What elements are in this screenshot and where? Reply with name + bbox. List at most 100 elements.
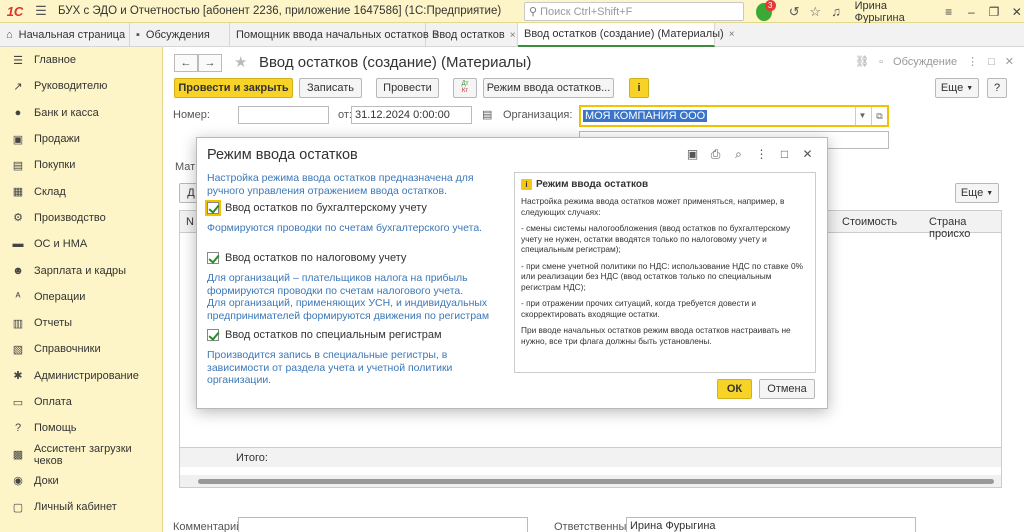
menu-icon: ☰: [13, 54, 23, 67]
organization-label: Организация:: [503, 109, 573, 121]
chat-icon[interactable]: ▫: [879, 56, 883, 68]
discussion-link[interactable]: Обсуждение: [893, 56, 957, 68]
print-icon[interactable]: ⎙: [704, 147, 727, 162]
save-icon[interactable]: ▣: [681, 147, 704, 162]
more-icon[interactable]: ⋮: [967, 55, 978, 68]
operations-icon: ᴬ: [15, 290, 21, 303]
info-button[interactable]: i: [629, 78, 649, 98]
sidebar-item-purchases[interactable]: ▤ Покупки: [0, 152, 162, 178]
comment-field[interactable]: [238, 517, 528, 532]
checkbox-tax[interactable]: Ввод остатков по налоговому учету: [207, 252, 406, 264]
help-text: Настройка режима ввода остатков может пр…: [521, 196, 785, 217]
sidebar-item-reports[interactable]: ▥ Отчеты: [0, 310, 162, 336]
close-icon[interactable]: ✕: [1005, 55, 1014, 68]
chat-icon: ▪: [136, 29, 140, 41]
tab-helper[interactable]: Помощник ввода начальных остатков ×: [230, 23, 440, 47]
sidebar-item-operations[interactable]: ᴬ Операции: [0, 284, 162, 310]
sidebar-item-catalogs[interactable]: ▧ Справочники: [0, 336, 162, 362]
post-button[interactable]: Провести: [376, 78, 439, 98]
balance-mode-dialog: Режим ввода остатков ▣ ⎙ ⌕ ⋮ □ ✕ Настрой…: [196, 137, 828, 409]
settings-icon[interactable]: ≡: [937, 0, 960, 23]
home-icon: ⌂: [6, 29, 13, 41]
responsible-label: Ответственный:: [554, 521, 636, 532]
help-panel: i Режим ввода остатков Настройка режима …: [514, 172, 816, 373]
title-bar: 1С ☰ БУХ с ЭДО и Отчетностью [абонент 22…: [0, 0, 1024, 24]
star-icon[interactable]: ★: [234, 53, 247, 71]
table-more-button[interactable]: Еще ▼: [955, 183, 999, 203]
user-name[interactable]: Ирина Фурыгина: [855, 0, 930, 24]
save-button[interactable]: Записать: [299, 78, 362, 98]
history-icon[interactable]: ↺: [784, 0, 805, 23]
ok-button[interactable]: ОК: [717, 379, 752, 399]
sidebar-item-salary[interactable]: ☻ Зарплата и кадры: [0, 257, 162, 283]
more-button[interactable]: Еще ▼: [935, 78, 979, 98]
tab-close-icon[interactable]: ×: [510, 30, 516, 41]
sidebar-item-main[interactable]: ☰ Главное: [0, 47, 162, 73]
horizontal-scrollbar[interactable]: [180, 475, 1001, 487]
dtkt-button[interactable]: Дт Кт: [453, 78, 477, 98]
notifications-icon[interactable]: 3: [756, 0, 776, 21]
cancel-button[interactable]: Отмена: [759, 379, 815, 399]
forward-button[interactable]: →: [198, 54, 222, 72]
sidebar-item-bank[interactable]: ● Банк и касса: [0, 100, 162, 126]
restore-icon[interactable]: □: [988, 56, 995, 68]
more-icon[interactable]: ⋮: [750, 147, 773, 162]
post-and-close-button[interactable]: Провести и закрыть: [174, 78, 293, 98]
checkbox-accounting-box[interactable]: [205, 200, 221, 216]
sidebar-item-admin[interactable]: ✱ Администрирование: [0, 363, 162, 389]
sidebar-item-payment[interactable]: ▭ Оплата: [0, 389, 162, 415]
chevron-down-icon[interactable]: ▼: [855, 107, 869, 125]
preview-icon[interactable]: ⌕: [727, 147, 750, 162]
date-field[interactable]: 31.12.2024 0:00:00: [351, 106, 472, 124]
close-icon[interactable]: ✕: [796, 147, 819, 162]
sidebar-item-assistant[interactable]: ▩ Ассистент загрузки чеков: [0, 441, 162, 467]
column-n[interactable]: N: [186, 216, 194, 228]
bank-icon: ●: [14, 106, 22, 119]
sidebar-item-director[interactable]: ↗ Руководителю: [0, 73, 162, 99]
favorites-icon[interactable]: ☆: [805, 0, 826, 23]
sidebar-item-docs[interactable]: ◉ Доки: [0, 468, 162, 494]
sidebar-item-help[interactable]: ? Помощь: [0, 415, 162, 441]
close-icon[interactable]: ✕: [1005, 0, 1024, 23]
tab-ostatki[interactable]: Ввод остатков ×: [426, 23, 518, 47]
checkbox-special[interactable]: Ввод остатков по специальным регистрам: [207, 329, 442, 341]
scrollbar-thumb[interactable]: [198, 479, 994, 484]
minimize-icon[interactable]: –: [960, 0, 983, 23]
sidebar-item-assets[interactable]: ▬ ОС и НМА: [0, 231, 162, 257]
open-icon[interactable]: ⧉: [871, 107, 887, 125]
info-icon: i: [521, 179, 532, 190]
checkbox-special-box[interactable]: [207, 329, 219, 341]
tab-close-icon[interactable]: ×: [729, 29, 735, 40]
search-input[interactable]: ⚲ Поиск Ctrl+Shift+F: [524, 2, 744, 21]
accounting-note: Формируются проводки по счетам бухгалтер…: [207, 222, 483, 234]
link-icon[interactable]: ⛓: [855, 55, 869, 68]
app-logo: 1С: [6, 3, 24, 19]
sidebar-item-sales[interactable]: ▣ Продажи: [0, 126, 162, 152]
tab-materials[interactable]: Мат: [175, 161, 195, 173]
bell-icon[interactable]: ♫: [826, 0, 847, 23]
tab-discussions[interactable]: ▪ Обсуждения: [130, 23, 230, 47]
maximize-icon[interactable]: □: [773, 147, 796, 162]
checkbox-accounting[interactable]: Ввод остатков по бухгалтерскому учету: [205, 200, 427, 216]
help-button[interactable]: ?: [987, 78, 1007, 98]
dialog-title: Режим ввода остатков: [207, 147, 358, 163]
column-country[interactable]: Страна происхо: [929, 216, 1001, 240]
sidebar-item-warehouse[interactable]: ▦ Склад: [0, 178, 162, 204]
tab-active[interactable]: Ввод остатков (создание) (Материалы) ×: [518, 23, 735, 47]
back-button[interactable]: ←: [174, 54, 198, 72]
checkbox-tax-box[interactable]: [207, 252, 219, 264]
warehouse-icon: ▦: [12, 186, 24, 199]
organization-field[interactable]: МОЯ КОМПАНИЯ ООО ▼ ⧉: [579, 105, 889, 127]
responsible-field[interactable]: Ирина Фурыгина: [626, 517, 916, 532]
balance-mode-button[interactable]: Режим ввода остатков...: [483, 78, 614, 98]
column-cost[interactable]: Стоимость: [842, 216, 897, 228]
menu-icon[interactable]: ☰: [30, 0, 52, 23]
calendar-icon[interactable]: ▤: [482, 108, 492, 121]
restore-icon[interactable]: ❐: [983, 0, 1006, 23]
sidebar-item-production[interactable]: ⚙ Производство: [0, 205, 162, 231]
tab-home[interactable]: ⌂ Начальная страница: [0, 23, 130, 47]
sidebar-item-cabinet[interactable]: ▢ Личный кабинет: [0, 494, 162, 520]
number-field[interactable]: [238, 106, 329, 124]
help-title: i Режим ввода остатков: [521, 179, 809, 190]
notification-badge: 3: [764, 0, 776, 11]
